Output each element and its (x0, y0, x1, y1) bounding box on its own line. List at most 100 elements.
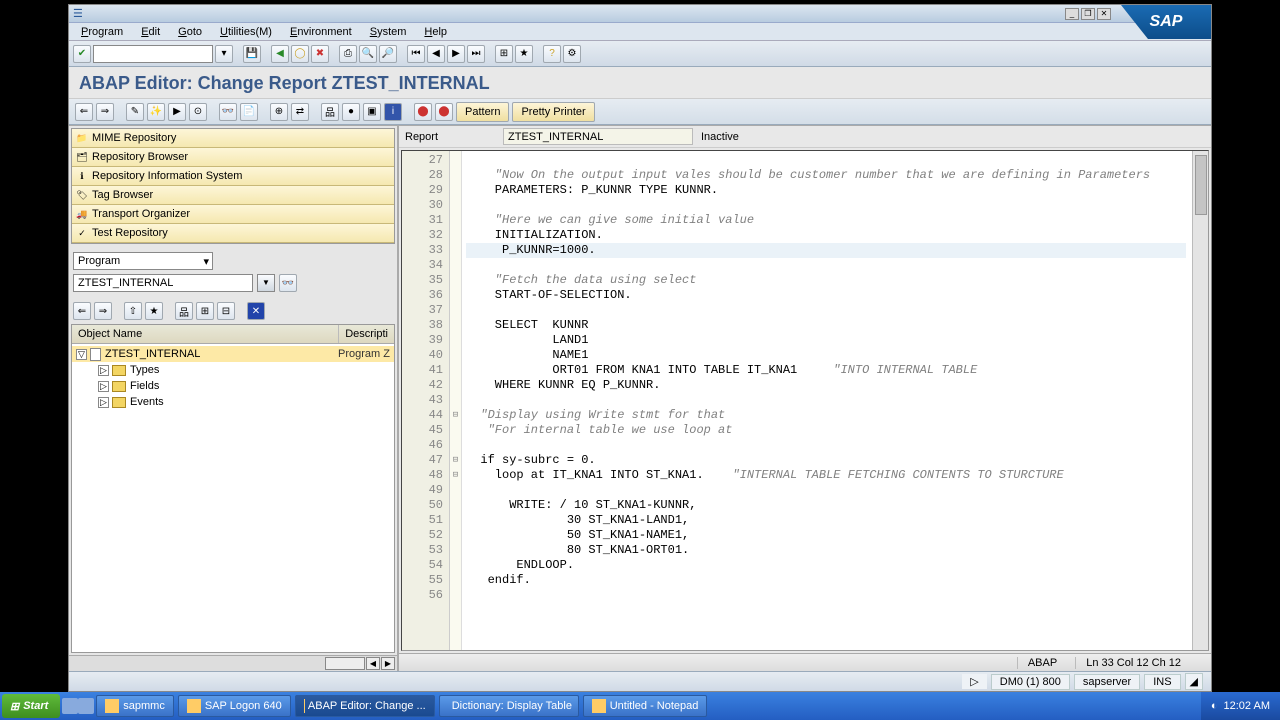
tree-close-icon[interactable]: ✕ (247, 302, 265, 320)
display-object-icon[interactable]: 👓 (219, 103, 237, 121)
system-tray[interactable]: ◐ 12:02 AM (1201, 692, 1280, 720)
object-name-dropdown-icon[interactable]: ▼ (257, 274, 275, 292)
exit-icon[interactable]: ◯ (291, 45, 309, 63)
status-resize-icon[interactable]: ◢ (1185, 673, 1203, 690)
nav-mime-repository[interactable]: 📁MIME Repository (72, 129, 394, 148)
breakpoint-icon[interactable]: ● (342, 103, 360, 121)
other-object-icon[interactable]: 📄 (240, 103, 258, 121)
expand-icon[interactable]: ▷ (98, 365, 109, 376)
nav-repository-information-system[interactable]: ℹRepository Information System (72, 167, 394, 186)
standard-toolbar: ✔ ▾ 💾 ◀ ◯ ✖ ⎙ 🔍 🔎 ⏮ ◀ ▶ ⏭ ⊞ ★ ? ⚙ (69, 41, 1211, 67)
nav-repository-browser[interactable]: 🗂Repository Browser (72, 148, 394, 167)
activate-icon[interactable]: ✨ (147, 103, 165, 121)
tree-expand-icon[interactable]: ⊞ (196, 302, 214, 320)
tree-back-icon[interactable]: ⇐ (73, 302, 91, 320)
set-bp-icon[interactable]: ⬤ (414, 103, 432, 121)
object-tree[interactable]: Object Name Descripti ▽ZTEST_INTERNALPro… (71, 324, 395, 653)
print-icon[interactable]: ⎙ (339, 45, 357, 63)
tree-refresh-icon[interactable]: 品 (175, 302, 193, 320)
back-icon[interactable]: ◀ (271, 45, 289, 63)
new-session-icon[interactable]: ⊞ (495, 45, 513, 63)
prev-page-icon[interactable]: ◀ (427, 45, 445, 63)
taskbar-item[interactable]: Dictionary: Display Table (439, 695, 579, 717)
object-type-combo[interactable]: Program ▾ (73, 252, 213, 270)
object-name-field[interactable]: ZTEST_INTERNAL (73, 274, 253, 292)
taskbar-item[interactable]: SAP Logon 640 (178, 695, 291, 717)
nav-tag-browser[interactable]: 🏷Tag Browser (72, 186, 394, 205)
next-page-icon[interactable]: ▶ (447, 45, 465, 63)
combo-dropdown-icon[interactable]: ▾ (203, 255, 209, 268)
scroll-right-icon[interactable]: ▶ (381, 657, 395, 670)
enhance-icon[interactable]: ⊕ (270, 103, 288, 121)
scroll-left-icon[interactable]: ◀ (366, 657, 380, 670)
nav-transport-organizer[interactable]: 🚚Transport Organizer (72, 205, 394, 224)
dropdown-icon[interactable]: ▾ (215, 45, 233, 63)
tree-hscroll[interactable]: ◀ ▶ (69, 655, 397, 671)
fullscreen-icon[interactable]: ▣ (363, 103, 381, 121)
hierarchy-icon[interactable]: 品 (321, 103, 339, 121)
check-icon[interactable]: ✎ (126, 103, 144, 121)
status-system[interactable]: DM0 (1) 800 (991, 674, 1070, 690)
nav-test-repository[interactable]: ✓Test Repository (72, 224, 394, 243)
tree-fwd-icon[interactable]: ⇒ (94, 302, 112, 320)
scroll-track[interactable] (325, 657, 365, 670)
where-used-icon[interactable]: ⊙ (189, 103, 207, 121)
save-icon[interactable]: 💾 (243, 45, 261, 63)
expand-icon[interactable]: ▷ (98, 381, 109, 392)
find-icon[interactable]: 🔍 (359, 45, 377, 63)
tree-up-icon[interactable]: ⇧ (124, 302, 142, 320)
find-next-icon[interactable]: 🔎 (379, 45, 397, 63)
tree-node-events[interactable]: ▷Events (72, 394, 394, 410)
nav-back-icon[interactable]: ⇐ (75, 103, 93, 121)
report-name-field[interactable]: ZTEST_INTERNAL (503, 128, 693, 145)
report-status: Inactive (701, 131, 739, 143)
menu-system[interactable]: System (362, 24, 415, 40)
test-icon[interactable]: ▶ (168, 103, 186, 121)
tree-node-fields[interactable]: ▷Fields (72, 378, 394, 394)
restore-icon[interactable]: ❐ (1081, 8, 1095, 20)
start-button[interactable]: ⊞ Start (2, 694, 60, 718)
layout-icon[interactable]: ⚙ (563, 45, 581, 63)
menu-edit[interactable]: Edit (133, 24, 168, 40)
shortcut-icon[interactable]: ★ (515, 45, 533, 63)
tree-root[interactable]: ▽ZTEST_INTERNALProgram Z (72, 346, 394, 362)
close-icon[interactable]: ✕ (1097, 8, 1111, 20)
menu-program[interactable]: Program (73, 24, 131, 40)
expand-icon[interactable]: ▷ (98, 397, 109, 408)
enter-icon[interactable]: ✔ (73, 45, 91, 63)
toggle-icon[interactable]: ⇄ (291, 103, 309, 121)
nav-icon: 🏷 (76, 189, 88, 201)
info-icon[interactable]: i (384, 103, 402, 121)
fold-column[interactable]: ⊟⊟⊟ (450, 151, 462, 650)
tree-col-desc: Descripti (339, 325, 394, 343)
taskbar-item[interactable]: Untitled - Notepad (583, 695, 708, 717)
display-icon[interactable]: 👓 (279, 274, 297, 292)
tree-fav-icon[interactable]: ★ (145, 302, 163, 320)
last-page-icon[interactable]: ⏭ (467, 45, 485, 63)
command-field[interactable] (93, 45, 213, 63)
menu-utilities[interactable]: Utilities(M) (212, 24, 280, 40)
first-page-icon[interactable]: ⏮ (407, 45, 425, 63)
quicklaunch-icon[interactable] (78, 698, 94, 714)
taskbar-item[interactable]: ABAP Editor: Change ... (295, 695, 435, 717)
tree-collapse-icon[interactable]: ⊟ (217, 302, 235, 320)
taskbar-item[interactable]: sapmmc (96, 695, 174, 717)
menu-goto[interactable]: Goto (170, 24, 210, 40)
code-editor[interactable]: 2728293031323334353637383940414243444546… (401, 150, 1209, 651)
minimize-icon[interactable]: _ (1065, 8, 1079, 20)
tree-node-types[interactable]: ▷Types (72, 362, 394, 378)
help-icon[interactable]: ? (543, 45, 561, 63)
menu-help[interactable]: Help (416, 24, 455, 40)
cancel-icon[interactable]: ✖ (311, 45, 329, 63)
window-menu-icon[interactable]: ☰ (73, 7, 83, 20)
vertical-scrollbar[interactable] (1192, 151, 1208, 650)
pattern-button[interactable]: Pattern (456, 102, 509, 122)
tray-icon[interactable]: ◐ (1211, 700, 1218, 712)
nav-fwd-icon[interactable]: ⇒ (96, 103, 114, 121)
quicklaunch-icon[interactable] (62, 698, 78, 714)
code-area[interactable]: "Now On the output input vales should be… (462, 151, 1192, 650)
pretty-printer-button[interactable]: Pretty Printer (512, 102, 594, 122)
menu-environment[interactable]: Environment (282, 24, 360, 40)
collapse-icon[interactable]: ▽ (76, 349, 87, 360)
ext-bp-icon[interactable]: ⬤ (435, 103, 453, 121)
